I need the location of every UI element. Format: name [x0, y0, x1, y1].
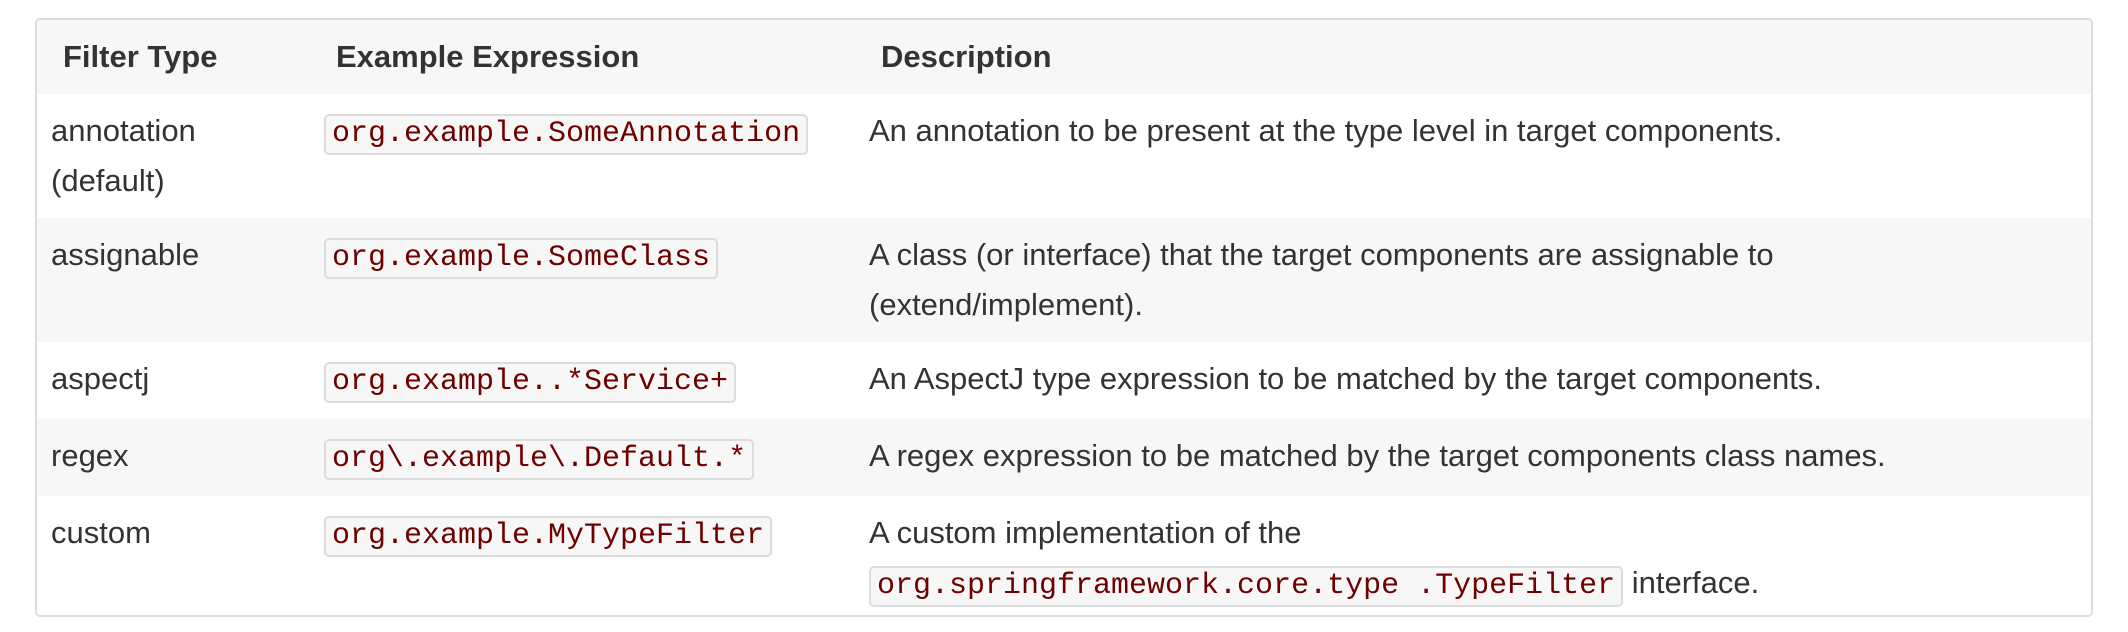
expression-cell: org.example..*Service+ — [310, 342, 855, 419]
description-text: A class (or interface) that the target c… — [869, 237, 1774, 322]
typefilter-code: org.springframework.core.type .TypeFilte… — [869, 566, 1624, 607]
header-filter-type: Filter Type — [63, 39, 218, 74]
description-prefix: A custom implementation of the — [869, 515, 1302, 550]
header-example-expression: Example Expression — [336, 39, 640, 74]
expression-code: org.example..*Service+ — [324, 362, 737, 403]
description-suffix: interface. — [1631, 565, 1760, 600]
expression-cell: org\.example\.Default.* — [310, 419, 855, 496]
filter-type-cell: assignable — [51, 237, 200, 272]
description-cell: A custom implementation of the org.spring… — [855, 496, 2091, 615]
filter-type-cell: custom — [51, 515, 151, 550]
table-row: regex org\.example\.Default.* A regex ex… — [37, 419, 2091, 496]
expression-cell: org.example.SomeAnnotation — [310, 94, 855, 218]
table: Filter Type Example Expression Descripti… — [37, 20, 2091, 615]
table-row: assignable org.example.SomeClass A class… — [37, 218, 2091, 342]
filter-type-cell: annotation (default) — [37, 94, 310, 218]
description-cell: An AspectJ type expression to be matched… — [869, 361, 1822, 396]
filter-types-table: Filter Type Example Expression Descripti… — [35, 18, 2093, 617]
expression-cell: org.example.SomeClass — [310, 218, 855, 342]
filter-type-cell: regex — [51, 438, 129, 473]
header-description: Description — [881, 39, 1052, 74]
table-header: Filter Type Example Expression Descripti… — [37, 20, 2091, 94]
description-cell: A regex expression to be matched by the … — [869, 438, 1886, 473]
expression-code: org.example.SomeClass — [324, 238, 719, 279]
filter-type-cell: aspectj — [51, 361, 150, 396]
expression-code: org\.example\.Default.* — [324, 439, 755, 480]
expression-code: org.example.MyTypeFilter — [324, 516, 773, 557]
table-body: annotation (default) org.example.SomeAnn… — [37, 94, 2091, 615]
description-cell: A class (or interface) that the target c… — [855, 218, 2091, 342]
expression-cell: org.example.MyTypeFilter — [310, 496, 855, 615]
expression-code: org.example.SomeAnnotation — [324, 114, 809, 155]
table-row: custom org.example.MyTypeFilter A custom… — [37, 496, 2091, 615]
table-row: aspectj org.example..*Service+ An Aspect… — [37, 342, 2091, 419]
table-row: annotation (default) org.example.SomeAnn… — [37, 94, 2091, 218]
filter-type: annotation (default) — [51, 113, 196, 198]
header-row: Filter Type Example Expression Descripti… — [37, 20, 2091, 94]
description-cell: An annotation to be present at the type … — [869, 113, 1783, 148]
